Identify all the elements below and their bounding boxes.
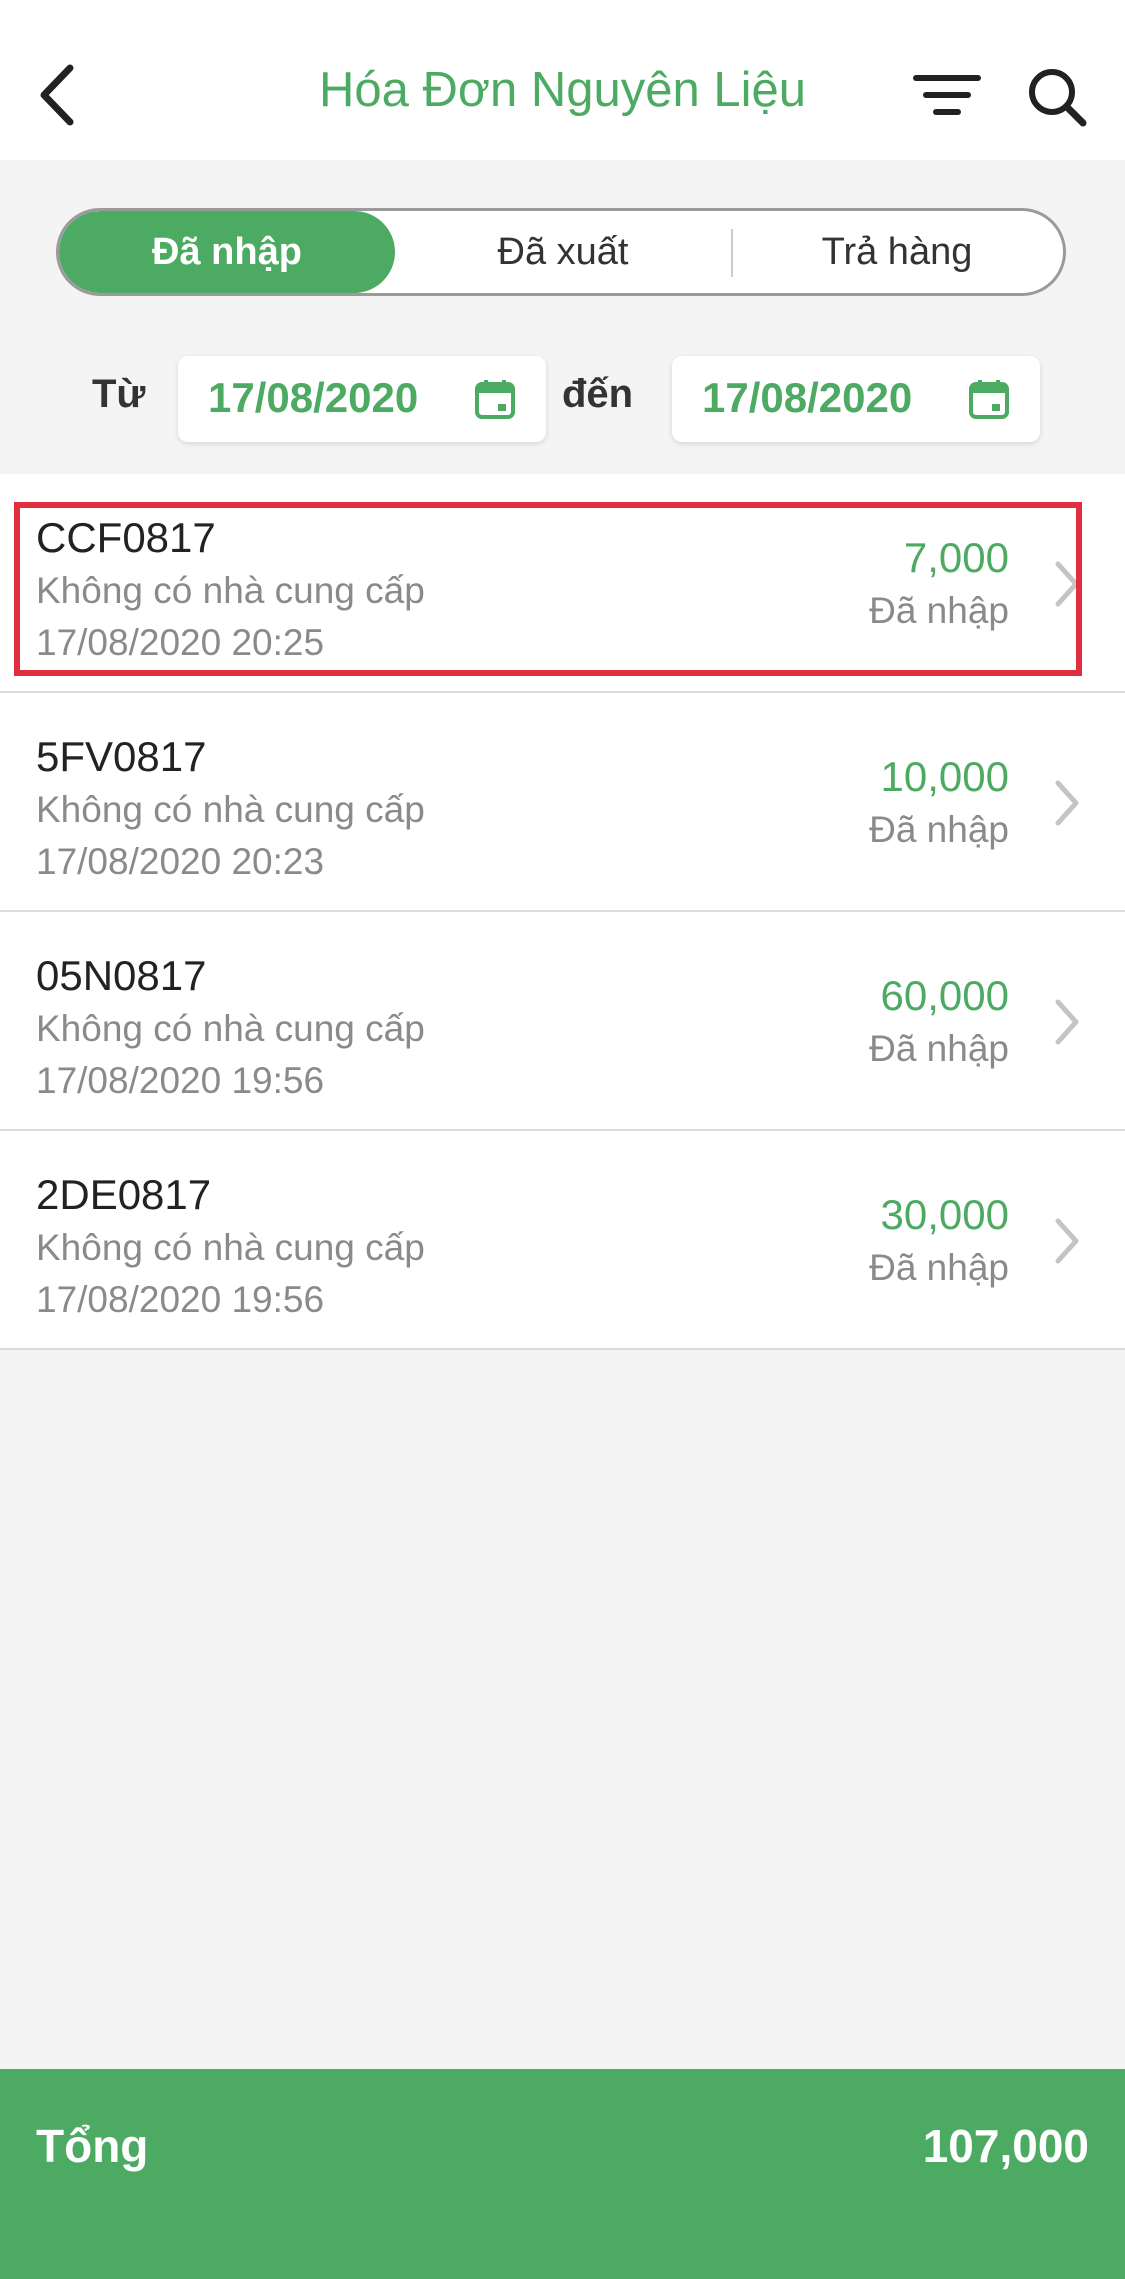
invoice-amount: 30,000 [880,1191,1009,1238]
chevron-right-icon [1055,1218,1079,1264]
calendar-icon [475,380,515,419]
tab-imported[interactable]: Đã nhập [59,211,395,293]
invoice-row[interactable]: 2DE0817 Không có nhà cung cấp 17/08/2020… [0,1131,1125,1350]
invoice-status: Đã nhập [869,809,1009,850]
tab-exported[interactable]: Đã xuất [395,211,731,293]
chevron-right-icon [1055,780,1079,826]
invoice-amount: 60,000 [880,972,1009,1019]
invoice-supplier: Không có nhà cung cấp [36,1008,425,1049]
row-highlight-box [14,502,1082,676]
invoice-code: 5FV0817 [36,733,207,780]
invoice-status: Đã nhập [869,1028,1009,1069]
invoice-code: 2DE0817 [36,1171,212,1218]
date-to-picker[interactable]: 17/08/2020 [672,356,1040,442]
date-from-picker[interactable]: 17/08/2020 [178,356,546,442]
total-bar: Tổng 107,000 [0,2069,1125,2279]
date-from-value: 17/08/2020 [208,374,419,421]
invoice-row[interactable]: 5FV0817 Không có nhà cung cấp 17/08/2020… [0,693,1125,912]
search-icon [1029,69,1087,127]
invoice-datetime: 17/08/2020 19:56 [36,1279,325,1320]
status-tabs: Đã nhập Đã xuất Trả hàng [56,208,1066,296]
invoice-amount: 10,000 [880,753,1009,800]
invoice-supplier: Không có nhà cung cấp [36,789,425,830]
filter-button[interactable] [912,70,982,120]
date-from-label: Từ [92,372,146,416]
tab-returned[interactable]: Trả hàng [731,211,1063,293]
chevron-right-icon [1055,999,1079,1045]
invoice-datetime: 17/08/2020 20:23 [36,841,325,882]
header-bar: Hóa Đơn Nguyên Liệu [0,0,1125,160]
invoice-status: Đã nhập [869,1247,1009,1288]
total-value: 107,000 [922,2120,1089,2172]
calendar-icon [969,380,1009,419]
invoice-row[interactable]: 05N0817 Không có nhà cung cấp 17/08/2020… [0,912,1125,1131]
date-to-value: 17/08/2020 [702,374,913,421]
total-label: Tổng [36,2120,149,2172]
invoice-supplier: Không có nhà cung cấp [36,1227,425,1268]
filter-icon [913,75,981,115]
invoice-code: 05N0817 [36,952,207,999]
search-button[interactable] [1026,66,1088,128]
invoice-datetime: 17/08/2020 19:56 [36,1060,325,1101]
date-to-label: đến [562,372,634,416]
